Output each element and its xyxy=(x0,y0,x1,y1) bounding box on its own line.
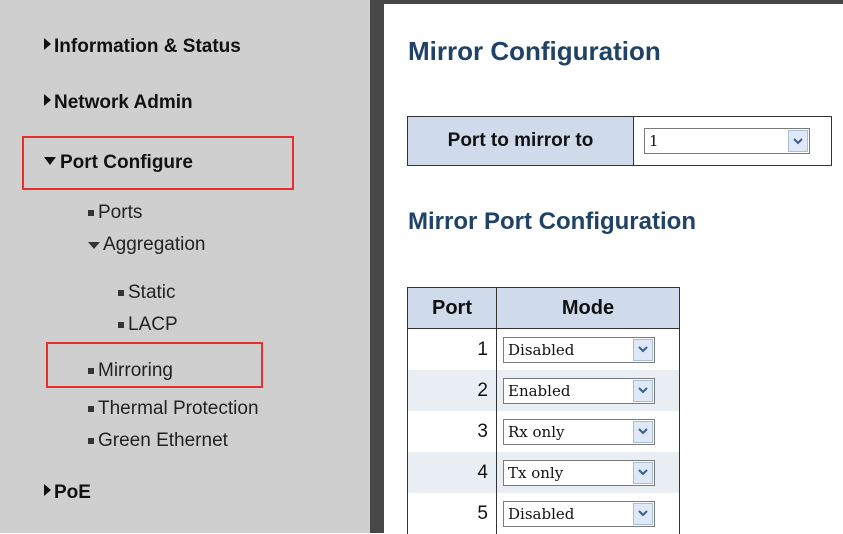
frame-top-border xyxy=(384,0,843,4)
sidebar-item-network-admin[interactable]: Network Admin xyxy=(44,92,193,114)
sidebar-item-thermal-protection[interactable]: Thermal Protection xyxy=(88,398,259,420)
page-title: Mirror Configuration xyxy=(408,36,661,66)
column-header-mode: Mode xyxy=(496,287,680,329)
sidebar-item-label: Thermal Protection xyxy=(98,398,259,419)
sidebar-item-label: Green Ethernet xyxy=(98,430,228,451)
sidebar-item-label: Ports xyxy=(98,202,143,223)
select-value: Disabled xyxy=(508,504,575,523)
expanded-triangle-icon xyxy=(44,157,56,165)
mode-cell: Tx only xyxy=(496,452,680,493)
bullet-icon xyxy=(118,322,124,328)
sidebar-item-ports[interactable]: Ports xyxy=(88,202,142,224)
mode-select[interactable]: Enabled xyxy=(503,377,655,404)
mode-cell: Rx only xyxy=(496,411,680,452)
sidebar-item-port-configure[interactable]: Port Configure xyxy=(44,152,193,174)
chevron-down-icon[interactable] xyxy=(633,420,653,443)
sidebar-item-label: Information & Status xyxy=(54,36,241,57)
table-row: 1 Disabled xyxy=(407,328,680,370)
select-value: 1 xyxy=(649,132,659,150)
select-value: Disabled xyxy=(508,340,575,359)
sidebar-item-static[interactable]: Static xyxy=(118,282,176,304)
bullet-icon xyxy=(88,368,94,374)
mode-cell: Disabled xyxy=(496,493,680,534)
sidebar-item-label: Aggregation xyxy=(103,234,206,255)
port-number: 1 xyxy=(407,328,497,370)
sidebar-item-label: LACP xyxy=(128,314,178,335)
mode-select[interactable]: Rx only xyxy=(503,418,655,445)
mode-select[interactable]: Disabled xyxy=(503,500,655,527)
sidebar-item-label: PoE xyxy=(54,482,91,503)
mirror-port-table: Port Mode 1 Disabled 2 Enabled 3 Rx only… xyxy=(407,287,680,534)
sidebar-item-green-ethernet[interactable]: Green Ethernet xyxy=(88,430,228,452)
sidebar-item-label: Static xyxy=(128,282,176,303)
mode-select[interactable]: Tx only xyxy=(503,459,655,486)
bullet-icon xyxy=(88,210,94,216)
frame-divider[interactable] xyxy=(370,0,384,533)
chevron-down-icon[interactable] xyxy=(633,461,653,484)
sidebar-item-mirroring[interactable]: Mirroring xyxy=(88,360,173,382)
section-title: Mirror Port Configuration xyxy=(408,208,696,235)
table-header-row: Port Mode xyxy=(407,287,680,329)
sidebar-item-label: Mirroring xyxy=(98,360,173,381)
table-row: 4 Tx only xyxy=(407,452,680,493)
collapsed-triangle-icon xyxy=(44,484,51,496)
select-value: Rx only xyxy=(508,422,565,441)
chevron-down-icon[interactable] xyxy=(633,502,653,525)
chevron-down-icon[interactable] xyxy=(788,130,808,152)
mirror-to-port-select[interactable]: 1 xyxy=(644,128,810,154)
sidebar-item-lacp[interactable]: LACP xyxy=(118,314,178,336)
table-row: 3 Rx only xyxy=(407,411,680,452)
sidebar-item-poe[interactable]: PoE xyxy=(44,482,91,504)
sidebar-nav: Information & Status Network Admin Port … xyxy=(0,0,370,533)
mirror-to-row: Port to mirror to 1 xyxy=(407,116,832,166)
select-value: Tx only xyxy=(508,463,564,482)
mode-cell: Enabled xyxy=(496,370,680,411)
mode-cell: Disabled xyxy=(496,328,680,370)
collapsed-triangle-icon xyxy=(44,38,51,50)
port-number: 4 xyxy=(407,452,497,493)
chevron-down-icon[interactable] xyxy=(633,338,653,361)
mirror-to-label: Port to mirror to xyxy=(408,117,634,165)
table-row: 2 Enabled xyxy=(407,370,680,411)
bullet-icon xyxy=(118,290,124,296)
mirror-to-cell: 1 xyxy=(634,117,831,165)
port-number: 5 xyxy=(407,493,497,534)
sidebar-item-label: Port Configure xyxy=(60,152,193,173)
bullet-icon xyxy=(88,438,94,444)
port-number: 3 xyxy=(407,411,497,452)
collapsed-triangle-icon xyxy=(44,94,51,106)
expanded-triangle-icon xyxy=(88,241,100,249)
sidebar-item-information-status[interactable]: Information & Status xyxy=(44,36,241,58)
sidebar-item-aggregation[interactable]: Aggregation xyxy=(88,234,205,256)
mode-select[interactable]: Disabled xyxy=(503,336,655,363)
column-header-port: Port xyxy=(407,287,497,329)
select-value: Enabled xyxy=(508,381,571,400)
chevron-down-icon[interactable] xyxy=(633,379,653,402)
bullet-icon xyxy=(88,406,94,412)
port-number: 2 xyxy=(407,370,497,411)
table-row: 5 Disabled xyxy=(407,493,680,534)
sidebar-item-label: Network Admin xyxy=(54,92,193,113)
